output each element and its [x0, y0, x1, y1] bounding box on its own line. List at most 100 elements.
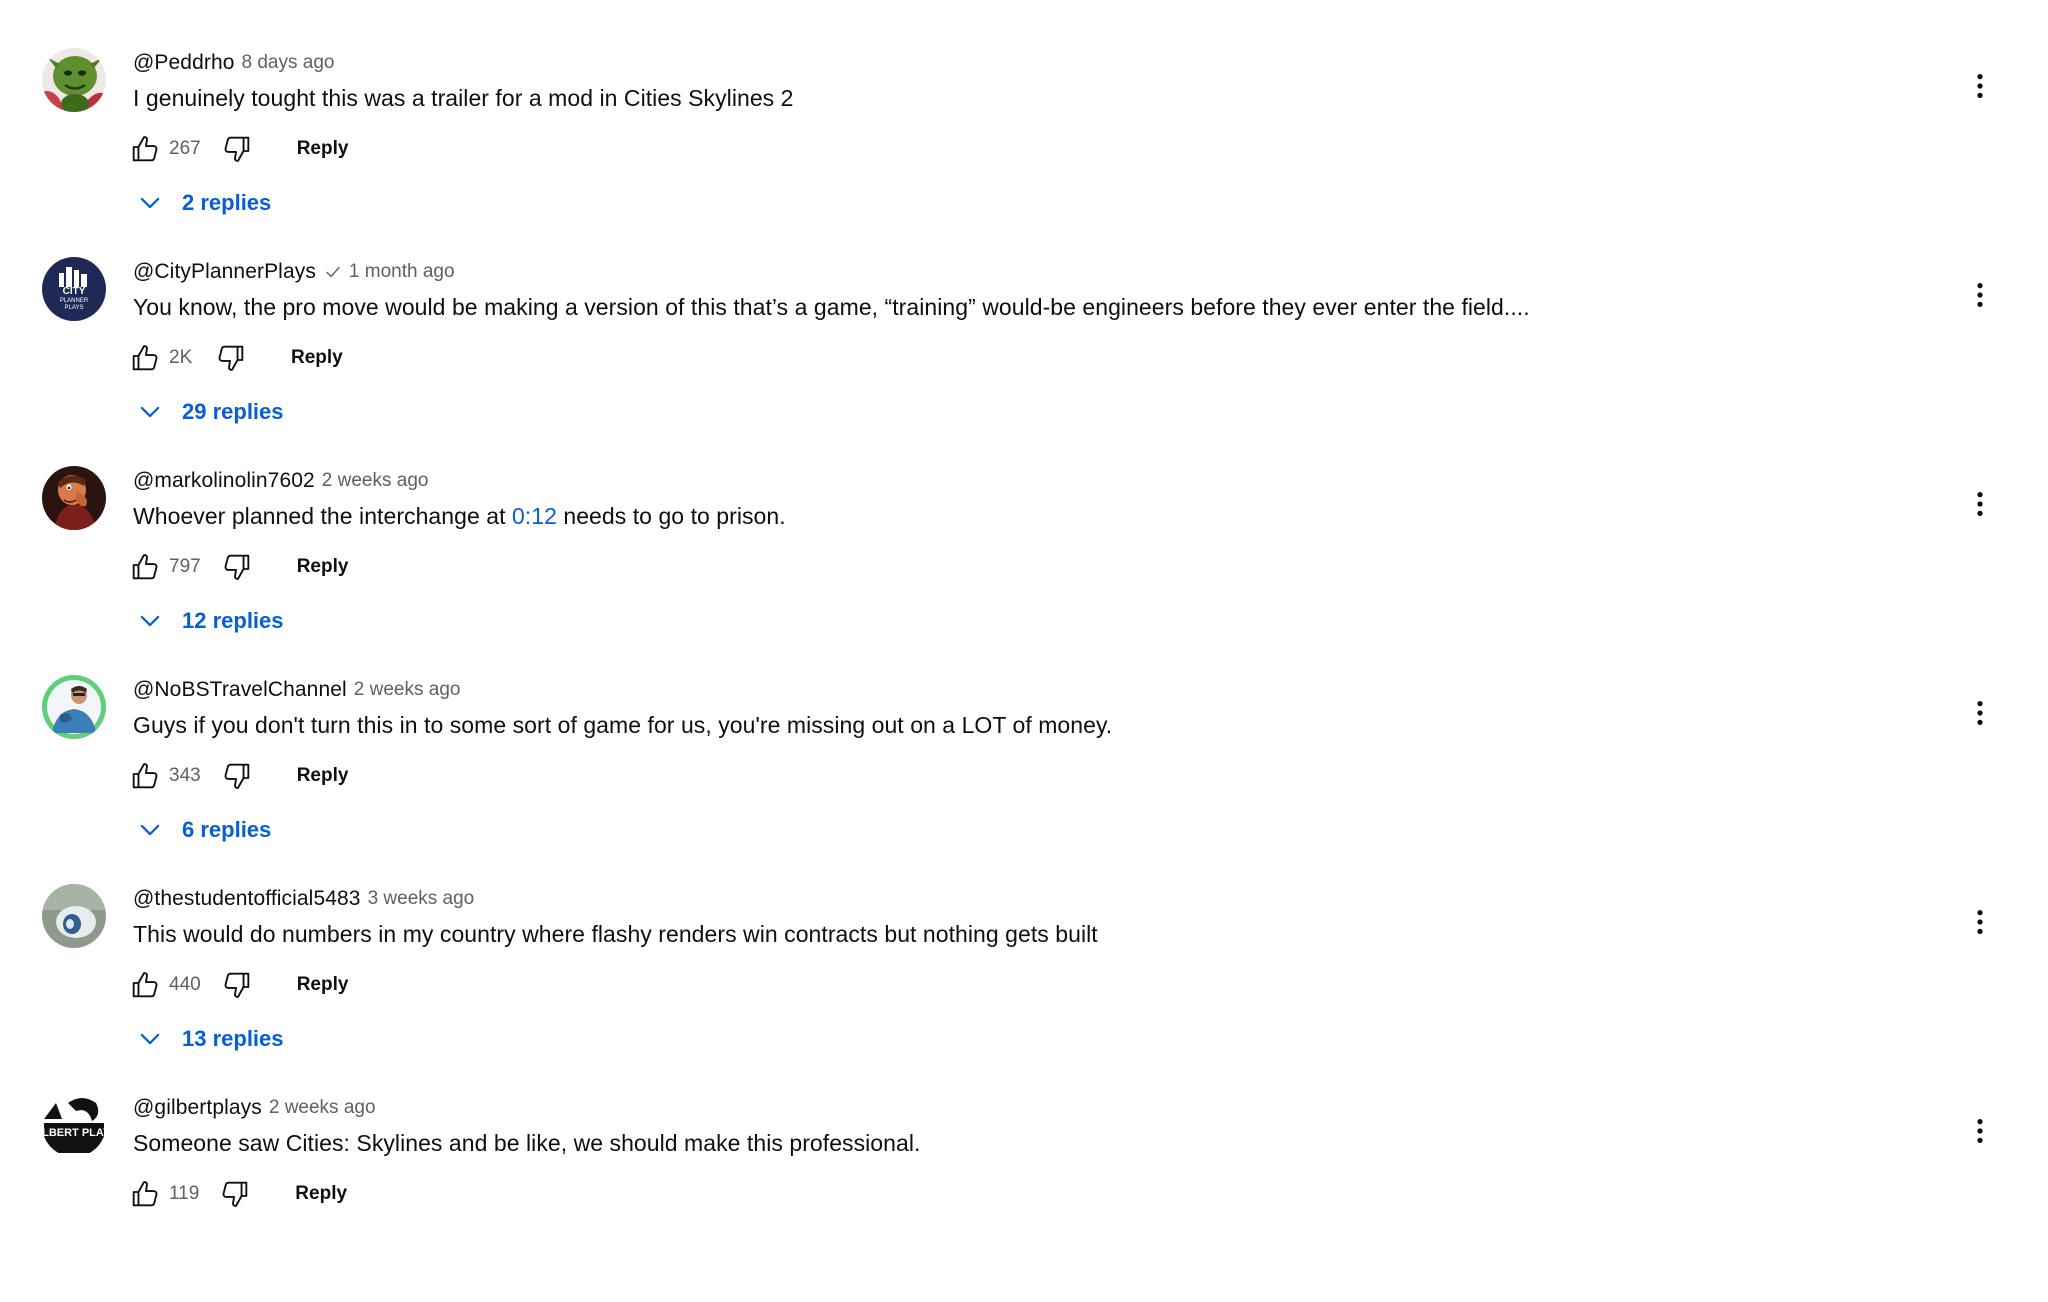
avatar[interactable] [42, 675, 106, 739]
thumbs-up-icon [129, 133, 161, 165]
comment-text-part: needs to go to prison. [556, 503, 786, 529]
like-count: 343 [169, 765, 201, 786]
avatar[interactable]: GILBERT PLAYS [42, 1093, 106, 1157]
gilbert-logo-avatar-icon: GILBERT PLAYS [42, 1093, 106, 1157]
comment-menu-button[interactable] [1960, 1111, 2000, 1151]
video-timestamp-link[interactable]: 0:12 [512, 503, 557, 529]
author-name[interactable]: @gilbertplays [133, 1096, 262, 1120]
reply-button[interactable]: Reply [297, 765, 349, 787]
dislike-button[interactable] [217, 1176, 253, 1212]
comment-menu-button[interactable] [1960, 275, 2000, 315]
more-vert-icon [1965, 698, 1995, 728]
dislike-button[interactable] [219, 131, 255, 167]
thumbs-up-icon [129, 760, 161, 792]
thumbs-down-icon [221, 551, 253, 583]
comment-thread: @markolinolin7602 2 weeks ago Whoever pl… [0, 466, 2048, 675]
avatar[interactable] [42, 884, 106, 948]
comment-menu-button[interactable] [1960, 902, 2000, 942]
like-count: 2K [169, 347, 193, 368]
object-photo-avatar-icon [42, 884, 106, 948]
comment-timestamp[interactable]: 2 weeks ago [354, 679, 461, 701]
green-goblin-avatar-icon [42, 48, 106, 112]
comment-menu-button[interactable] [1960, 693, 2000, 733]
comment-header: @Peddrho 8 days ago [133, 51, 334, 75]
dislike-button[interactable] [219, 967, 255, 1003]
replies-count-label: 2 replies [182, 190, 272, 215]
view-replies-button[interactable]: 12 replies [136, 606, 284, 636]
thumbs-up-icon [129, 1178, 161, 1210]
comment-timestamp[interactable]: 2 weeks ago [269, 1097, 376, 1119]
action-bar: 797 Reply [127, 549, 348, 585]
like-count: 119 [169, 1183, 200, 1204]
thumbs-down-icon [221, 760, 253, 792]
comment-header: @thestudentofficial5483 3 weeks ago [133, 887, 474, 911]
avatar[interactable]: CITY PLANNER PLAYS [42, 257, 106, 321]
author-name[interactable]: @markolinolin7602 [133, 469, 315, 493]
author-name[interactable]: @Peddrho [133, 51, 235, 75]
chevron-down-icon [136, 189, 164, 217]
more-vert-icon [1965, 907, 1995, 937]
action-bar: 2K Reply [127, 340, 343, 376]
comment-timestamp[interactable]: 8 days ago [242, 52, 335, 74]
comment-thread: CITY PLANNER PLAYS @CityPlannerPlays 1 m… [0, 257, 2048, 466]
replies-count-label: 29 replies [182, 399, 284, 424]
dislike-button[interactable] [219, 549, 255, 585]
comment-text: Guys if you don't turn this in to some s… [133, 712, 1113, 738]
thumbs-up-icon [129, 969, 161, 1001]
avatar[interactable] [42, 48, 106, 112]
comment-menu-button[interactable] [1960, 66, 2000, 106]
chevron-down-icon [136, 607, 164, 635]
comment-thread: @NoBSTravelChannel 2 weeks ago Guys if y… [0, 675, 2048, 884]
like-count: 267 [169, 138, 201, 159]
comment-timestamp[interactable]: 2 weeks ago [322, 470, 429, 492]
city-logo-avatar-icon: CITY PLANNER PLAYS [42, 257, 106, 321]
comment-text-part: Whoever planned the interchange at [133, 503, 512, 529]
comment-thread: GILBERT PLAYS @gilbertplays 2 weeks ago … [0, 1093, 2048, 1302]
action-bar: 343 Reply [127, 758, 348, 794]
view-replies-button[interactable]: 29 replies [136, 397, 284, 427]
dislike-button[interactable] [219, 758, 255, 794]
comment-text: Someone saw Cities: Skylines and be like… [133, 1130, 921, 1156]
reply-button[interactable]: Reply [291, 347, 343, 369]
action-bar: 119 Reply [127, 1176, 347, 1212]
replies-count-label: 6 replies [182, 817, 272, 842]
more-vert-icon [1965, 489, 1995, 519]
verified-check-icon [324, 263, 342, 281]
reply-button[interactable]: Reply [297, 556, 349, 578]
like-button[interactable] [127, 340, 163, 376]
replies-count-label: 13 replies [182, 1026, 284, 1051]
svg-text:PLANNER: PLANNER [60, 298, 89, 304]
like-button[interactable] [127, 758, 163, 794]
reply-button[interactable]: Reply [297, 974, 349, 996]
comment-header: @markolinolin7602 2 weeks ago [133, 469, 428, 493]
view-replies-button[interactable]: 13 replies [136, 1024, 284, 1054]
comment-header: @gilbertplays 2 weeks ago [133, 1096, 376, 1120]
comment-timestamp[interactable]: 3 weeks ago [368, 888, 475, 910]
thumbs-up-icon [129, 551, 161, 583]
like-button[interactable] [127, 967, 163, 1003]
author-name[interactable]: @NoBSTravelChannel [133, 678, 347, 702]
comment-menu-button[interactable] [1960, 484, 2000, 524]
like-button[interactable] [127, 549, 163, 585]
reply-button[interactable]: Reply [297, 138, 349, 160]
avatar[interactable] [42, 466, 106, 530]
comment-header: @CityPlannerPlays 1 month ago [133, 260, 455, 284]
more-vert-icon [1965, 71, 1995, 101]
comment-header: @NoBSTravelChannel 2 weeks ago [133, 678, 460, 702]
more-vert-icon [1965, 1116, 1995, 1146]
comment-timestamp[interactable]: 1 month ago [349, 261, 455, 283]
author-name[interactable]: @CityPlannerPlays [133, 260, 316, 284]
like-button[interactable] [127, 131, 163, 167]
reply-button[interactable]: Reply [295, 1183, 347, 1205]
thumbs-down-icon [219, 1178, 251, 1210]
action-bar: 440 Reply [127, 967, 348, 1003]
comment-text: This would do numbers in my country wher… [133, 921, 1098, 947]
view-replies-button[interactable]: 6 replies [136, 815, 271, 845]
person-photo-avatar-icon [42, 675, 106, 739]
thumbs-down-icon [215, 342, 247, 374]
author-name[interactable]: @thestudentofficial5483 [133, 887, 361, 911]
like-button[interactable] [127, 1176, 163, 1212]
comment-text: You know, the pro move would be making a… [133, 294, 1530, 320]
view-replies-button[interactable]: 2 replies [136, 188, 271, 218]
dislike-button[interactable] [213, 340, 249, 376]
